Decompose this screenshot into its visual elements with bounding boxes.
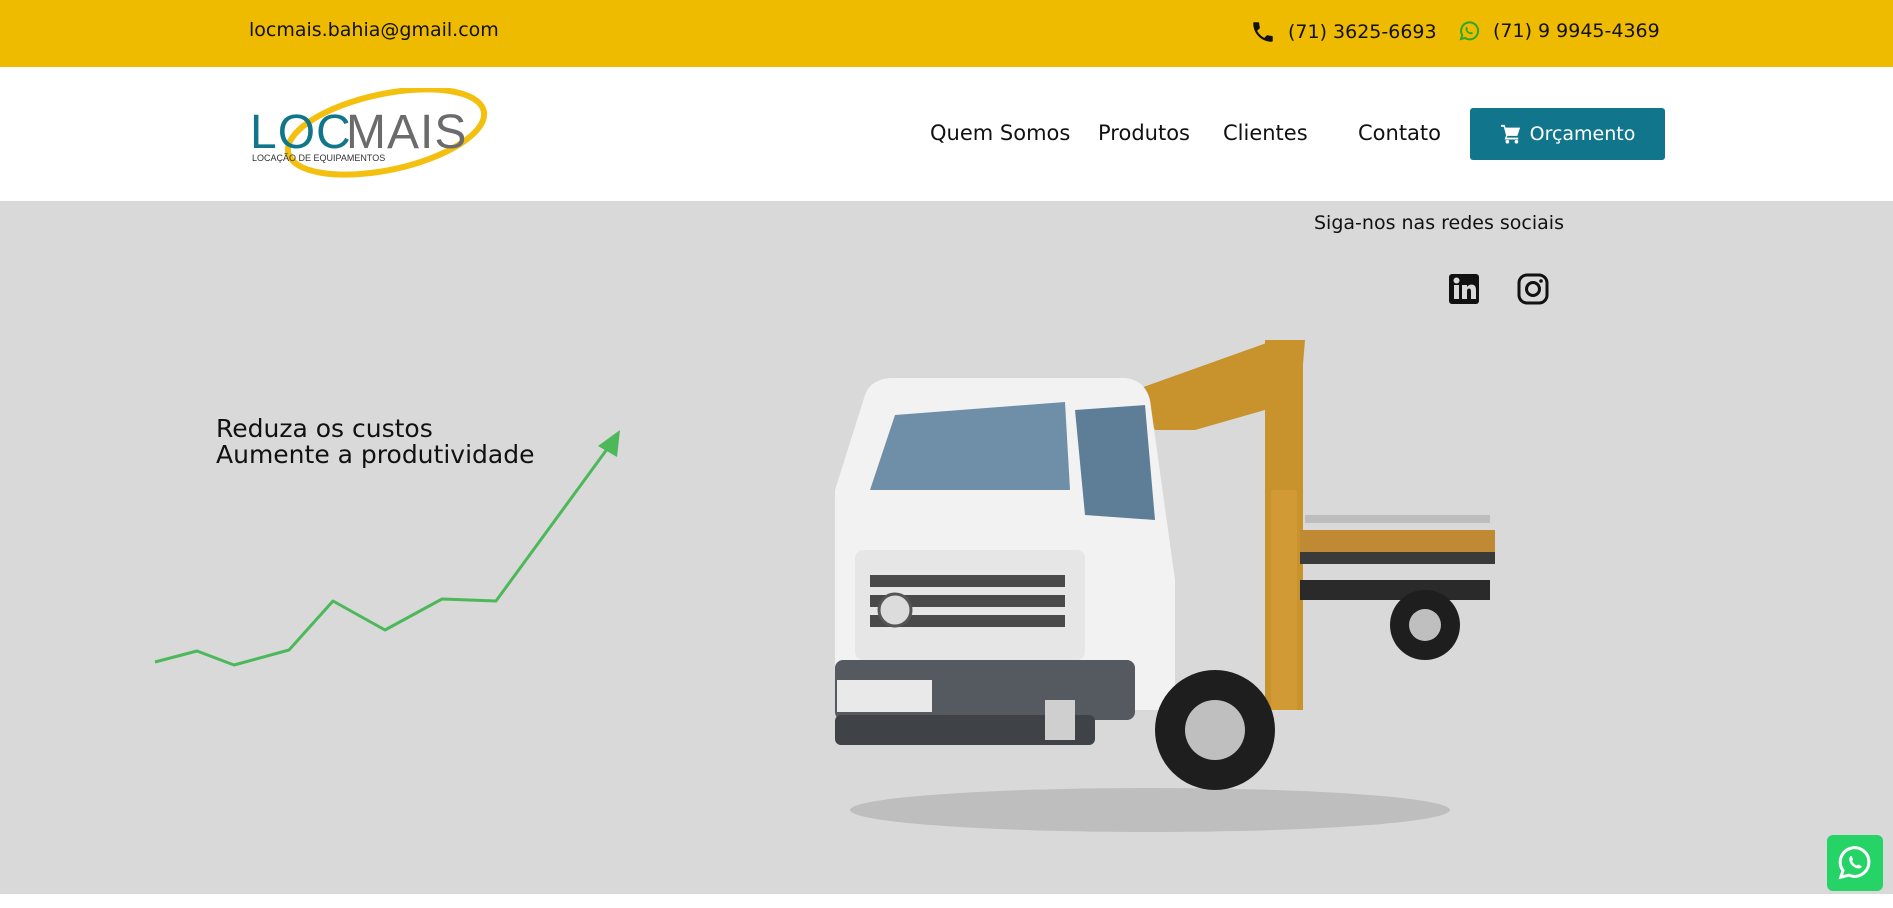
whatsapp-icon [1838,846,1871,880]
top-contact-bar: locmais.bahia@gmail.com (71) 3625-6693 (… [0,0,1893,67]
crane-truck-image [835,340,1495,832]
whatsapp-contact[interactable]: (71) 9 9945-4369 [1457,19,1660,43]
phone-contact[interactable]: (71) 3625-6693 [1250,19,1437,45]
nav-clientes[interactable]: Clientes [1223,121,1308,145]
nav-produtos[interactable]: Produtos [1098,121,1190,145]
cart-icon [1500,124,1520,144]
contact-email[interactable]: locmais.bahia@gmail.com [249,19,499,41]
nav-quem-somos[interactable]: Quem Somos [930,121,1070,145]
orcamento-button[interactable]: Orçamento [1470,108,1665,160]
whatsapp-number: (71) 9 9945-4369 [1493,20,1660,42]
svg-text:LOCAÇÃO DE EQUIPAMENTOS: LOCAÇÃO DE EQUIPAMENTOS [252,153,385,163]
phone-icon [1253,22,1273,42]
follow-social-text: Siga-nos nas redes sociais [1314,212,1564,234]
instagram-icon[interactable] [1516,272,1550,306]
whatsapp-small-icon [1459,21,1480,41]
svg-text:LOC: LOC [250,106,352,159]
svg-text:MAIS: MAIS [346,106,467,159]
linkedin-icon[interactable] [1447,272,1481,306]
growth-arrow-graphic [154,430,620,667]
phone-number: (71) 3625-6693 [1288,21,1437,43]
orcamento-label: Orçamento [1529,123,1636,145]
nav-contato[interactable]: Contato [1358,121,1441,145]
locmais-logo[interactable]: LOC MAIS LOCAÇÃO DE EQUIPAMENTOS [246,88,492,180]
whatsapp-float-button[interactable] [1827,835,1883,891]
